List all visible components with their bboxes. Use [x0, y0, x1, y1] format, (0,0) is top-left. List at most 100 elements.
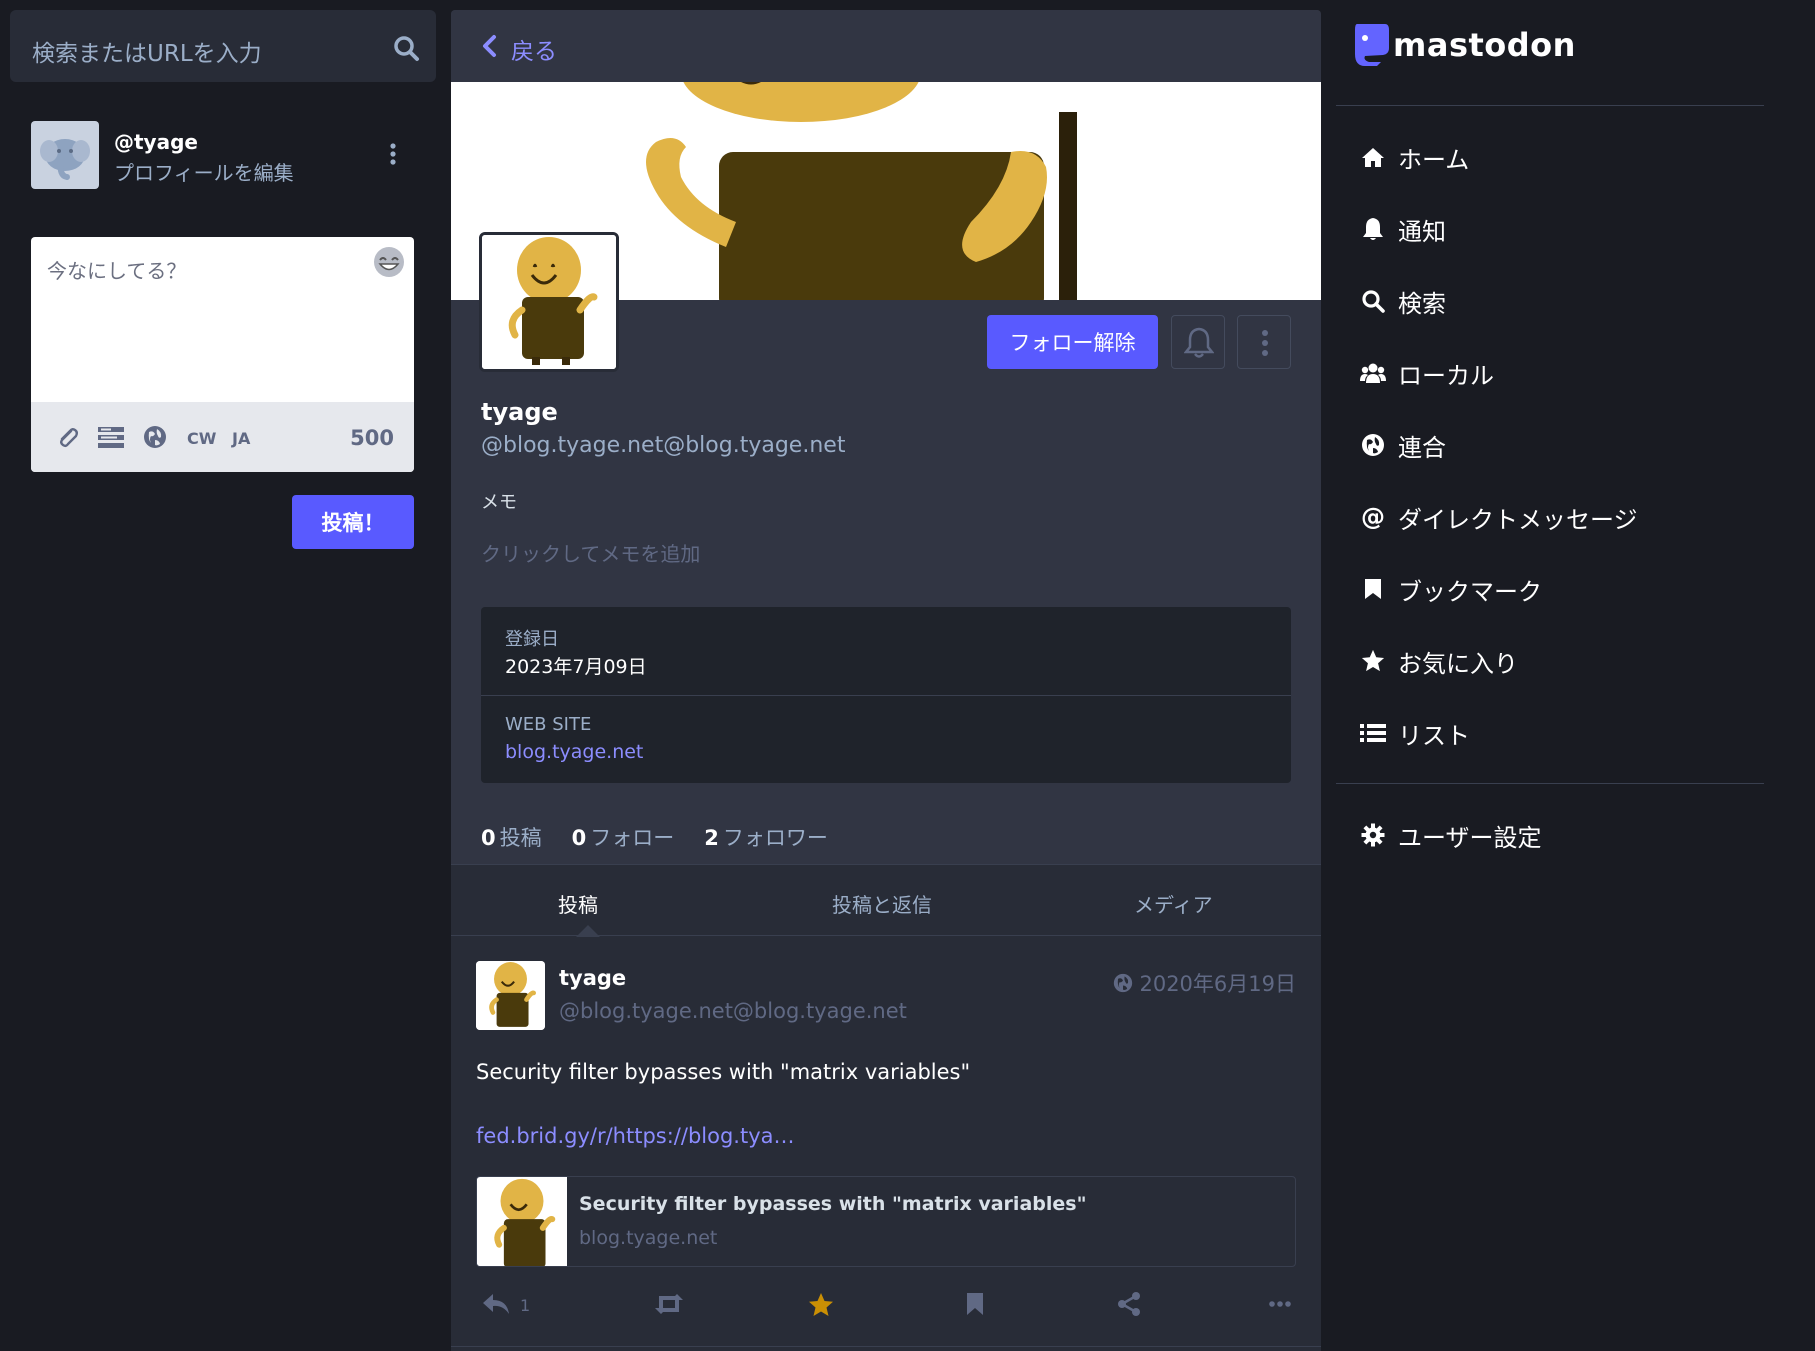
- field-value: 2023年7月09日: [505, 656, 647, 678]
- memo-label: メモ: [481, 492, 517, 513]
- compose-toolbar: CW JA 500: [31, 402, 414, 472]
- nav-home[interactable]: ホーム: [1360, 137, 1469, 177]
- divider: [1336, 783, 1764, 784]
- field-name: 登録日: [505, 629, 559, 650]
- users-icon: [1360, 360, 1386, 386]
- profile-avatar[interactable]: [479, 232, 619, 372]
- status-link[interactable]: fed.brid.gy/r/https://blog.tya…: [476, 1124, 795, 1148]
- search-icon: [1360, 288, 1386, 314]
- status-display-name[interactable]: tyage: [559, 966, 626, 990]
- link-preview-card[interactable]: Security filter bypasses with "matrix va…: [476, 1176, 1296, 1267]
- status-timestamp[interactable]: 2020年6月19日: [1113, 968, 1296, 998]
- globe-icon: [1113, 973, 1133, 993]
- posts-count[interactable]: 0 投稿: [481, 822, 542, 852]
- search-icon[interactable]: [392, 34, 420, 62]
- nav-lists-label: リスト: [1398, 721, 1470, 750]
- nav-search[interactable]: 検索: [1360, 281, 1446, 321]
- star-icon: [1360, 648, 1386, 674]
- more-horizontal-icon[interactable]: [1268, 1292, 1292, 1316]
- nav-local[interactable]: ローカル: [1360, 353, 1494, 393]
- nav-notifications-label: 通知: [1398, 217, 1446, 246]
- unfollow-button[interactable]: フォロー解除: [987, 315, 1158, 369]
- nav-search-label: 検索: [1398, 289, 1446, 318]
- content-warning-toggle[interactable]: CW: [187, 429, 216, 448]
- paperclip-icon[interactable]: [55, 425, 79, 449]
- reply-icon[interactable]: [481, 1292, 511, 1316]
- mastodon-logo[interactable]: mastodon: [1351, 22, 1576, 68]
- nav-direct-label: ダイレクトメッセージ: [1398, 505, 1638, 534]
- nav-federated[interactable]: 連合: [1360, 425, 1446, 465]
- nav-settings-label: ユーザー設定: [1398, 823, 1542, 852]
- share-icon[interactable]: [1116, 1292, 1142, 1316]
- card-thumbnail: [477, 1177, 567, 1266]
- publish-button[interactable]: 投稿！: [292, 495, 414, 549]
- globe-icon: [1360, 432, 1386, 458]
- profile-fields: 登録日 2023年7月09日 WEB SITE blog.tyage.net: [481, 607, 1291, 783]
- memo-input[interactable]: クリックしてメモを追加: [481, 538, 700, 567]
- status-item[interactable]: tyage @blog.tyage.net@blog.tyage.net 202…: [451, 936, 1321, 1351]
- divider: [1336, 105, 1764, 106]
- avatar[interactable]: [31, 121, 99, 189]
- search-placeholder: 検索またはURLを入力: [32, 41, 262, 67]
- star-icon[interactable]: [808, 1292, 834, 1318]
- tab-media[interactable]: メディア: [1134, 889, 1213, 918]
- nav-federated-label: 連合: [1398, 433, 1446, 462]
- more-vertical-icon[interactable]: [389, 142, 397, 166]
- home-icon: [1360, 144, 1386, 170]
- globe-icon[interactable]: [143, 425, 167, 449]
- status-content: Security filter bypasses with "matrix va…: [476, 1060, 971, 1084]
- status-date: 2020年6月19日: [1139, 972, 1296, 996]
- profile-display-name: tyage: [481, 398, 558, 426]
- at-sign-icon: @: [1361, 503, 1385, 531]
- chevron-left-icon[interactable]: [481, 34, 497, 58]
- card-title: Security filter bypasses with "matrix va…: [579, 1193, 1087, 1215]
- account-menu-button[interactable]: [1237, 315, 1291, 369]
- account-column: 戻る フォロー解除 tyage @blog.tyage.net@blog.tya…: [451, 10, 1321, 1351]
- field-name: WEB SITE: [505, 714, 592, 735]
- language-selector[interactable]: JA: [232, 429, 250, 448]
- nav-settings[interactable]: ユーザー設定: [1360, 815, 1542, 855]
- search-input[interactable]: 検索またはURLを入力: [10, 10, 436, 82]
- poll-icon[interactable]: [97, 425, 125, 449]
- emoji-picker-icon[interactable]: [372, 245, 406, 279]
- following-count[interactable]: 0 フォロー: [572, 822, 675, 852]
- elephant-icon: [40, 139, 90, 180]
- bookmark-icon: [1360, 576, 1386, 602]
- nav-lists[interactable]: リスト: [1360, 713, 1470, 753]
- column-header: 戻る: [451, 10, 1321, 82]
- edit-profile-link[interactable]: プロフィールを編集: [114, 157, 294, 186]
- card-domain: blog.tyage.net: [579, 1227, 718, 1249]
- character-counter: 500: [350, 426, 394, 450]
- nav-bookmarks-label: ブックマーク: [1398, 577, 1542, 606]
- account-tabs: 投稿 投稿と返信 メディア: [451, 864, 1321, 937]
- notify-button[interactable]: [1171, 315, 1225, 369]
- nav-direct-messages[interactable]: @ ダイレクトメッセージ: [1360, 497, 1638, 537]
- website-link[interactable]: blog.tyage.net: [505, 741, 643, 763]
- navigation-panel: mastodon ホーム 通知 検索 ローカル 連合 @ ダイレクトメッセージ: [1336, 0, 1815, 1351]
- status-account[interactable]: @blog.tyage.net@blog.tyage.net: [559, 999, 907, 1023]
- tab-posts[interactable]: 投稿: [558, 889, 598, 918]
- my-handle[interactable]: @tyage: [114, 130, 198, 154]
- nav-favourites[interactable]: お気に入り: [1360, 641, 1518, 681]
- nav-notifications[interactable]: 通知: [1360, 209, 1446, 249]
- compose-form: 今なにしてる？ CW JA 500: [31, 237, 414, 472]
- mastodon-icon: [1355, 24, 1389, 66]
- nav-bookmarks[interactable]: ブックマーク: [1360, 569, 1542, 609]
- field-row: 登録日 2023年7月09日: [481, 607, 1291, 695]
- nav-local-label: ローカル: [1398, 361, 1494, 390]
- bookmark-icon[interactable]: [965, 1292, 985, 1316]
- back-button[interactable]: 戻る: [511, 32, 557, 66]
- gear-icon: [1360, 822, 1386, 848]
- more-vertical-icon: [1261, 329, 1269, 357]
- list-icon: [1360, 720, 1386, 746]
- account-counters: 0 投稿 0 フォロー 2 フォロワー: [481, 822, 828, 852]
- boost-icon[interactable]: [653, 1292, 685, 1316]
- followers-count[interactable]: 2 フォロワー: [704, 822, 828, 852]
- status-avatar[interactable]: [476, 961, 545, 1030]
- bell-icon: [1360, 216, 1386, 242]
- tab-posts-and-replies[interactable]: 投稿と返信: [832, 889, 932, 918]
- nav-home-label: ホーム: [1398, 145, 1470, 174]
- compose-textarea[interactable]: 今なにしてる？: [47, 255, 186, 284]
- reply-count: 1: [520, 1296, 531, 1315]
- bell-icon: [1184, 326, 1214, 358]
